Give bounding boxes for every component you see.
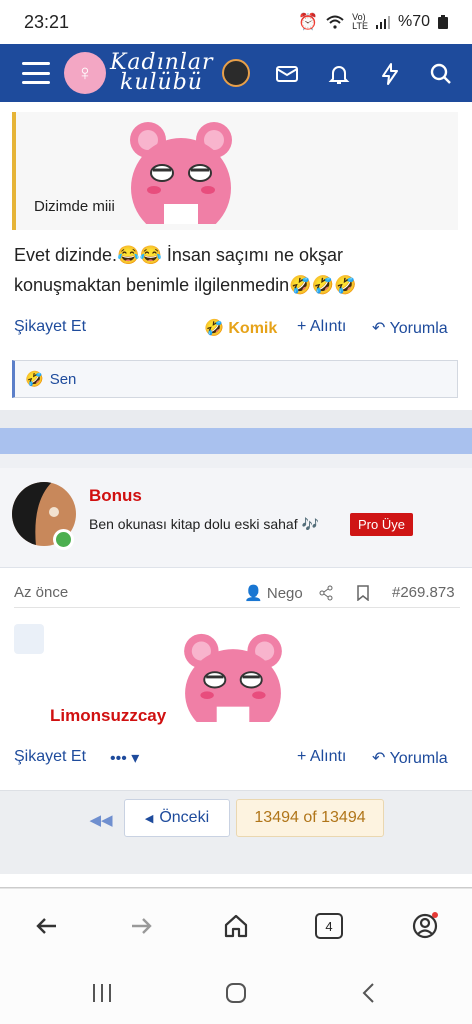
divider [0,454,472,468]
quote-button[interactable]: + Alıntı [297,748,346,766]
share-icon[interactable] [318,585,334,601]
signal-icon [375,16,390,29]
reply-button[interactable]: ↶ Yorumla [372,748,448,768]
report-link[interactable]: Şikayet Et [14,318,86,336]
status-badge: Pro Üye [350,513,413,536]
status-bar: 23:21 ⏰ Vo) LTE %70 [0,0,472,44]
reply-icon: ↶ [372,320,386,337]
home-icon[interactable] [221,911,251,941]
post-number[interactable]: #269.873 [392,584,455,601]
battery-percent: %70 [397,13,430,30]
divider [0,874,472,888]
sticker-caption: Limonsuzzcay [50,706,167,725]
laugh-emoji-icon: 🤣 [204,320,224,337]
status-icons: ⏰ Vo) LTE %70 [298,12,448,32]
reaction-users: Sen [49,370,77,388]
pagination: ◀◀ ◀ Önceki 13494 of 13494 [0,790,472,874]
double-left-icon: ◀◀ [89,812,113,829]
quoted-user[interactable]: 👤 Nego [244,584,303,602]
quote-button[interactable]: + Alıntı [297,318,346,336]
user-avatar[interactable] [222,59,250,87]
logo-text: Kadınlar kulübü [110,50,214,95]
small-sticker [14,624,44,654]
page-indicator[interactable]: 13494 of 13494 [236,799,384,837]
username[interactable]: Bonus [89,486,142,506]
left-caret-icon: ◀ [144,812,154,825]
tab-count: 4 [325,918,333,934]
quote-text: Dizimde miii [34,198,115,215]
prev-page-button[interactable]: ◀ Önceki [124,799,230,837]
bell-icon[interactable] [327,62,351,86]
reply-button[interactable]: ↶ Yorumla [372,318,448,338]
user-title: Ben okunası kitap dolu eski sahaf 🎶 [89,516,319,532]
chevron-down-icon: ▾ [131,750,140,767]
pink-hamster-sticker [184,633,282,722]
alarm-icon: ⏰ [298,14,319,31]
laugh-emoji-icon: 🤣 [25,371,44,388]
menu-icon[interactable] [22,62,50,84]
search-icon[interactable] [429,62,453,86]
reaction-button[interactable]: 🤣 Komik [204,318,277,338]
user-icon: 👤 [244,585,263,602]
post-actions: Şikayet Et ••• ▾ + Alıntı ↶ Yorumla [0,748,472,772]
home-button-icon[interactable] [224,982,248,1004]
online-status-icon [53,529,74,550]
divider [0,410,472,428]
post-meta: Az önce 👤 Nego #269.873 [14,578,460,608]
post-2-user-block: Bonus Ben okunası kitap dolu eski sahaf … [0,468,472,568]
quote-block: Dizimde miii [12,112,458,230]
lightning-icon[interactable] [378,62,402,86]
first-page-button[interactable]: ◀◀ [86,807,116,833]
lte-icon: Vo) LTE [352,12,368,31]
back-arrow-icon[interactable] [32,911,62,941]
pink-hamster-sticker [130,122,232,224]
mail-icon[interactable] [275,62,299,86]
profile-icon[interactable] [410,911,440,941]
bookmark-icon[interactable] [356,585,370,601]
reply-icon: ↶ [372,750,386,767]
logo-figure-icon: ♀ [64,52,106,94]
recent-apps-icon[interactable] [90,982,114,1004]
reaction-summary[interactable]: 🤣 Sen [12,360,458,398]
wifi-icon [326,15,344,29]
site-logo[interactable]: ♀ Kadınlar kulübü [64,52,214,94]
battery-icon [438,15,448,29]
more-menu-button[interactable]: ••• ▾ [110,748,139,768]
post-actions: Şikayet Et 🤣 Komik + Alıntı ↶ Yorumla [0,318,472,342]
post-time[interactable]: Az önce [14,584,68,601]
status-time: 23:21 [24,11,70,32]
tabs-button[interactable]: 4 [315,913,343,939]
report-link[interactable]: Şikayet Et [14,748,86,766]
post-1: Dizimde miii Evet dizinde.😂😂 İnsan saçım… [0,102,472,402]
browser-toolbar: 4 [0,888,472,964]
system-nav-bar [0,964,472,1024]
post-message: Evet dizinde.😂😂 İnsan saçımı ne okşar ko… [14,245,357,295]
system-back-icon[interactable] [358,982,382,1004]
divider-highlight [0,428,472,454]
forward-arrow-icon[interactable] [126,911,156,941]
